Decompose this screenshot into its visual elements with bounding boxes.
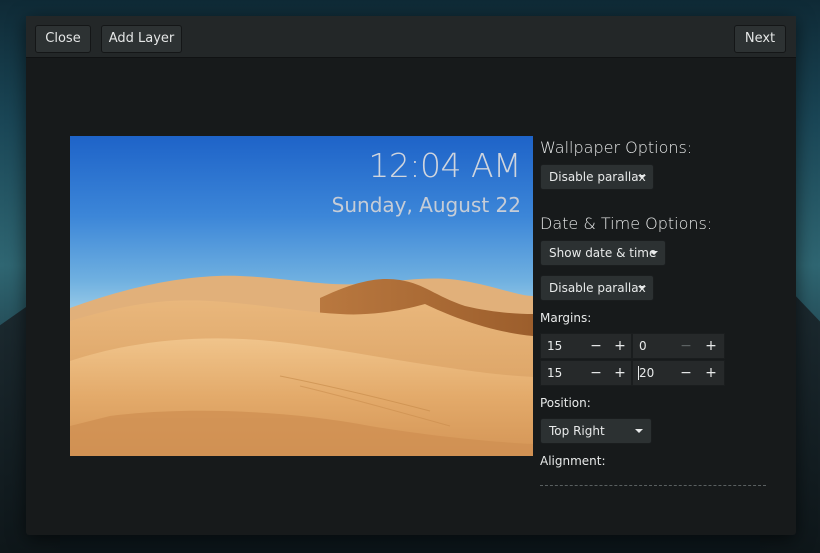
- alignment-label: Alignment:: [540, 454, 606, 468]
- position-label: Position:: [540, 396, 591, 410]
- plus-icon[interactable]: +: [609, 361, 631, 385]
- position-dropdown[interactable]: Top Right: [540, 418, 652, 444]
- datetime-options-heading: Date & Time Options:: [540, 214, 713, 233]
- minus-icon[interactable]: −: [675, 361, 697, 385]
- plus-icon[interactable]: +: [609, 334, 631, 358]
- margin-bottom-spinbutton[interactable]: 15 − +: [540, 360, 632, 386]
- datetime-parallax-dropdown[interactable]: Disable parallax: [540, 275, 654, 301]
- datetime-parallax-label: Disable parallax: [549, 281, 646, 295]
- margins-label: Margins:: [540, 311, 592, 325]
- margin-right-spinbutton[interactable]: 0 − +: [632, 333, 725, 359]
- minus-icon[interactable]: −: [675, 334, 697, 358]
- margin-left-value[interactable]: 20: [639, 361, 654, 385]
- wallpaper-preview: 12:04 AM Sunday, August 22: [70, 136, 533, 456]
- wallpaper-options-heading: Wallpaper Options:: [540, 138, 693, 157]
- add-layer-button[interactable]: Add Layer: [101, 25, 182, 53]
- minus-icon[interactable]: −: [585, 361, 607, 385]
- caret-down-icon: [638, 175, 646, 179]
- margin-top-value[interactable]: 15: [547, 334, 562, 358]
- plus-icon[interactable]: +: [700, 334, 722, 358]
- header-bar: Close Add Layer Next: [26, 16, 796, 58]
- clock-time: 12:04 AM: [368, 146, 521, 185]
- close-button[interactable]: Close: [35, 25, 91, 53]
- margin-top-spinbutton[interactable]: 15 − +: [540, 333, 632, 359]
- show-datetime-dropdown[interactable]: Show date & time: [540, 240, 666, 266]
- wallpaper-parallax-label: Disable parallax: [549, 170, 646, 184]
- position-value: Top Right: [549, 424, 605, 438]
- clock-date: Sunday, August 22: [331, 193, 521, 217]
- margin-left-spinbutton[interactable]: 20 − +: [632, 360, 725, 386]
- caret-down-icon: [638, 286, 646, 290]
- wallpaper-parallax-dropdown[interactable]: Disable parallax: [540, 164, 654, 190]
- dialog-window: Close Add Layer Next 12:04 AM Sunday, Au…: [26, 16, 796, 535]
- caret-down-icon: [635, 429, 643, 433]
- alignment-divider: [540, 485, 766, 486]
- plus-icon[interactable]: +: [700, 361, 722, 385]
- minus-icon[interactable]: −: [585, 334, 607, 358]
- margin-right-value[interactable]: 0: [639, 334, 647, 358]
- caret-down-icon: [650, 251, 658, 255]
- margin-bottom-value[interactable]: 15: [547, 361, 562, 385]
- show-datetime-label: Show date & time: [549, 246, 657, 260]
- next-button[interactable]: Next: [734, 25, 786, 53]
